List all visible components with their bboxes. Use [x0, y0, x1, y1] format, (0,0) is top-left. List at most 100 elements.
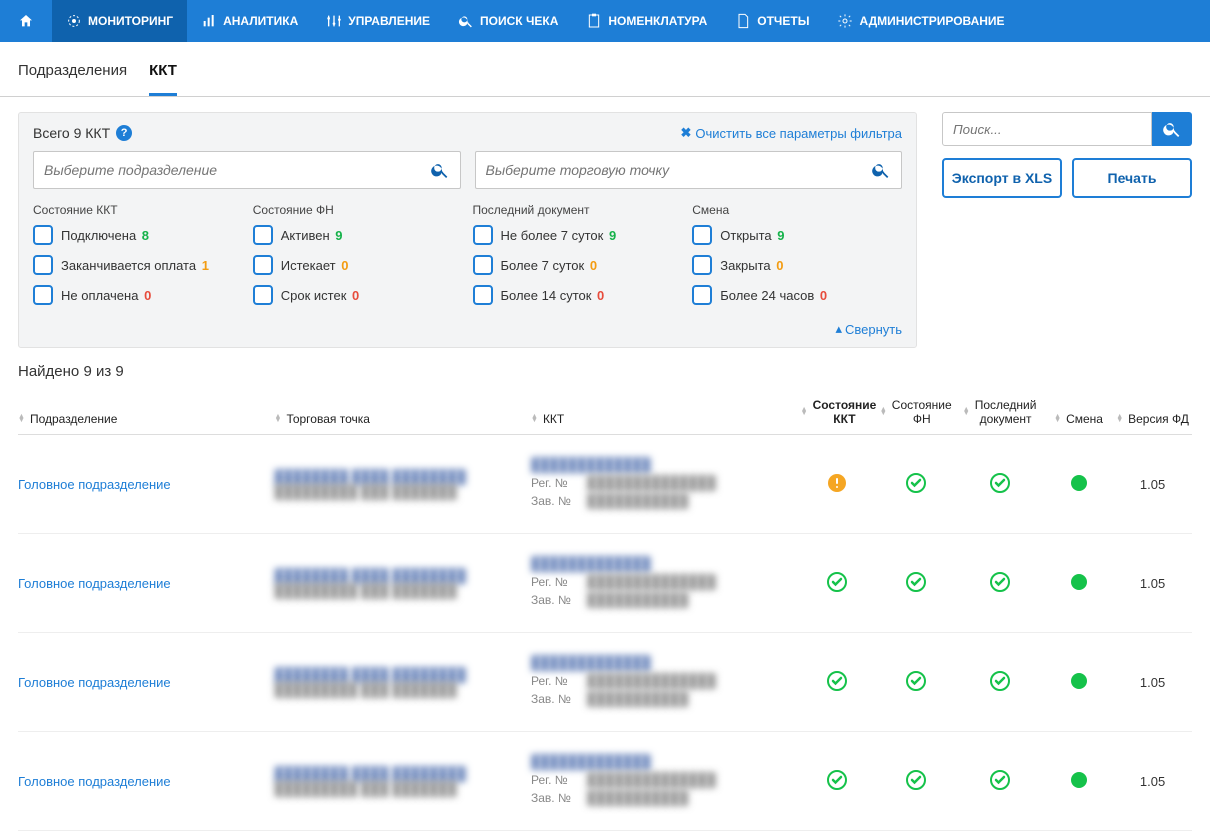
- reg-value-redacted: ██████████████: [587, 772, 716, 787]
- clipboard-icon: [586, 13, 602, 29]
- check-icon: [827, 770, 847, 790]
- select-subdivision-input[interactable]: [44, 162, 430, 178]
- th-state-fn[interactable]: ▲▼СостояниеФН: [876, 398, 955, 426]
- zav-value-redacted: ███████████: [587, 493, 688, 508]
- select-tradepoint-input[interactable]: [486, 162, 872, 178]
- filter-item[interactable]: Более 7 суток 0: [473, 255, 683, 275]
- th-last-doc[interactable]: ▲▼Последнийдокумент: [955, 398, 1044, 426]
- print-button[interactable]: Печать: [1072, 158, 1192, 198]
- nav-nomenclature[interactable]: НОМЕНКЛАТУРА: [572, 0, 721, 42]
- filter-item[interactable]: Не оплачена 0: [33, 285, 243, 305]
- checkbox[interactable]: [692, 225, 712, 245]
- search-icon[interactable]: [430, 160, 450, 180]
- select-tradepoint[interactable]: [475, 151, 903, 189]
- filter-label: Срок истек 0: [281, 288, 359, 303]
- check-icon: [990, 671, 1010, 691]
- nav-label: АНАЛИТИКА: [223, 14, 298, 28]
- th-state-kkt[interactable]: ▲▼СостояниеККТ: [797, 398, 876, 426]
- zav-label: Зав. №: [531, 593, 587, 607]
- kkt-name-redacted: █████████████: [531, 556, 797, 571]
- nav-reports[interactable]: ОТЧЕТЫ: [721, 0, 823, 42]
- nav-management[interactable]: УПРАВЛЕНИЕ: [312, 0, 444, 42]
- nav-admin[interactable]: АДМИНИСТРИРОВАНИЕ: [823, 0, 1018, 42]
- collapse-link[interactable]: ▴ Свернуть: [692, 321, 902, 337]
- check-icon: [827, 671, 847, 691]
- filter-item[interactable]: Активен 9: [253, 225, 463, 245]
- th-tradepoint[interactable]: ▲▼Торговая точка: [275, 412, 532, 426]
- th-shift[interactable]: ▲▼Смена: [1044, 412, 1113, 426]
- nav-search-check[interactable]: ПОИСК ЧЕКА: [444, 0, 572, 42]
- filter-label: Не более 7 суток 9: [501, 228, 617, 243]
- subtabs: Подразделения ККТ: [0, 42, 1210, 97]
- filter-item[interactable]: Открыта 9: [692, 225, 902, 245]
- checkbox[interactable]: [33, 225, 53, 245]
- filter-label: Не оплачена 0: [61, 288, 151, 303]
- checkbox[interactable]: [473, 285, 493, 305]
- filter-col-title: Состояние ККТ: [33, 203, 243, 217]
- table-row: Головное подразделение████████ ████ ████…: [18, 732, 1192, 831]
- filter-item[interactable]: Не более 7 суток 9: [473, 225, 683, 245]
- filter-item[interactable]: Подключена 8: [33, 225, 243, 245]
- checkbox[interactable]: [692, 285, 712, 305]
- kkt-name-redacted: █████████████: [531, 655, 797, 670]
- monitoring-icon: [66, 13, 82, 29]
- nav-analytics[interactable]: АНАЛИТИКА: [187, 0, 312, 42]
- filter-count: 9: [335, 228, 342, 243]
- checkbox[interactable]: [33, 285, 53, 305]
- filter-count: 0: [590, 258, 597, 273]
- total-kkt-label: Всего 9 ККТ ?: [33, 125, 132, 141]
- search-button[interactable]: [1152, 112, 1192, 146]
- checkbox[interactable]: [253, 285, 273, 305]
- checkbox[interactable]: [692, 255, 712, 275]
- filter-panel: Всего 9 ККТ ? ✖ Очистить все параметры ф…: [18, 112, 917, 348]
- tradepoint-redacted: ████████ ████ ████████: [275, 568, 532, 583]
- search-input[interactable]: [942, 112, 1152, 146]
- version-value: 1.05: [1113, 477, 1192, 492]
- checkbox[interactable]: [473, 225, 493, 245]
- nav-home[interactable]: [0, 0, 52, 42]
- filter-label: Заканчивается оплата 1: [61, 258, 209, 273]
- nav-label: УПРАВЛЕНИЕ: [348, 14, 430, 28]
- th-subdivision[interactable]: ▲▼Подразделение: [18, 412, 275, 426]
- checkbox[interactable]: [473, 255, 493, 275]
- table-row: Головное подразделение████████ ████ ████…: [18, 633, 1192, 732]
- filter-count: 0: [144, 288, 151, 303]
- subdivision-link[interactable]: Головное подразделение: [18, 576, 171, 591]
- th-version[interactable]: ▲▼Версия ФД: [1113, 412, 1192, 426]
- search-icon[interactable]: [871, 160, 891, 180]
- checkbox[interactable]: [33, 255, 53, 275]
- filter-label: Подключена 8: [61, 228, 149, 243]
- filter-label: Более 24 часов 0: [720, 288, 827, 303]
- table-row: Головное подразделение ████████ ████ ████…: [18, 534, 1192, 633]
- tab-kkt[interactable]: ККТ: [149, 62, 177, 96]
- nav-label: ОТЧЕТЫ: [757, 14, 809, 28]
- filter-item[interactable]: Срок истек 0: [253, 285, 463, 305]
- filter-item[interactable]: Закрыта 0: [692, 255, 902, 275]
- filter-item[interactable]: Истекает 0: [253, 255, 463, 275]
- export-xls-button[interactable]: Экспорт в XLS: [942, 158, 1062, 198]
- checkbox[interactable]: [253, 225, 273, 245]
- subdivision-link[interactable]: Головное подразделение: [18, 675, 171, 690]
- th-kkt[interactable]: ▲▼ККТ: [531, 412, 797, 426]
- filter-label: Более 7 суток 0: [501, 258, 598, 273]
- subdivision-link[interactable]: Головное подразделение: [18, 774, 171, 789]
- help-icon[interactable]: ?: [116, 125, 132, 141]
- zav-label: Зав. №: [531, 494, 587, 508]
- gear-icon: [837, 13, 853, 29]
- clear-filters-link[interactable]: ✖ Очистить все параметры фильтра: [680, 125, 902, 141]
- filter-item[interactable]: Более 24 часов 0: [692, 285, 902, 305]
- checkbox[interactable]: [253, 255, 273, 275]
- tab-subdivisions[interactable]: Подразделения: [18, 62, 127, 96]
- found-label: Найдено 9 из 9: [0, 363, 1210, 380]
- select-subdivision[interactable]: [33, 151, 461, 189]
- filter-label: Более 14 суток 0: [501, 288, 605, 303]
- filter-item[interactable]: Заканчивается оплата 1: [33, 255, 243, 275]
- subdivision-link[interactable]: Головное подразделение: [18, 477, 171, 492]
- tradepoint-sub-redacted: █████████ ███ ███████: [275, 682, 532, 697]
- status-dot-icon: [1071, 574, 1087, 590]
- zav-value-redacted: ███████████: [587, 592, 688, 607]
- reg-label: Рег. №: [531, 674, 587, 688]
- nav-monitoring[interactable]: МОНИТОРИНГ: [52, 0, 187, 42]
- side-search: [942, 112, 1192, 146]
- filter-item[interactable]: Более 14 суток 0: [473, 285, 683, 305]
